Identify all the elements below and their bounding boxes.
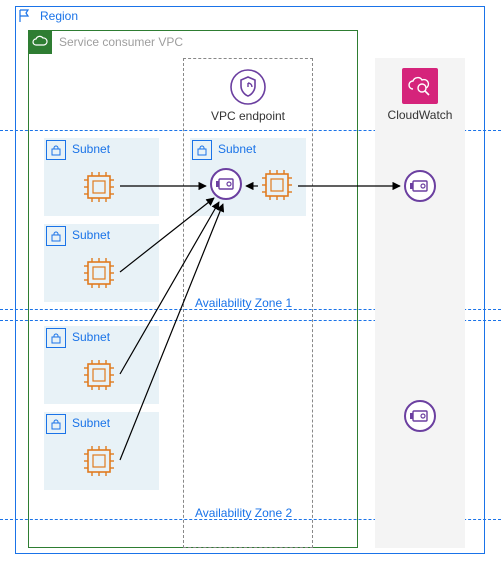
lock-icon (192, 140, 212, 160)
lock-icon (46, 414, 66, 434)
subnet-2: Subnet (44, 224, 159, 302)
flag-icon (15, 6, 35, 26)
vpc-endpoint-label: VPC endpoint (211, 109, 285, 123)
compute-chip-icon (82, 256, 116, 293)
network-interface-icon (404, 170, 436, 202)
shield-icon (230, 69, 266, 105)
subnet-4: Subnet (44, 412, 159, 490)
endpoint-subnet: Subnet (190, 138, 306, 216)
az2-label: Availability Zone 2 (195, 506, 292, 520)
region-label: Region (40, 9, 78, 23)
compute-chip-icon (82, 358, 116, 395)
cloudwatch-icon (402, 68, 438, 104)
network-interface-icon (404, 400, 436, 432)
vpc-label: Service consumer VPC (59, 35, 183, 49)
compute-chip-icon (82, 444, 116, 481)
compute-chip-icon (82, 170, 116, 207)
subnet-label: Subnet (72, 330, 110, 344)
subnet-3: Subnet (44, 326, 159, 404)
compute-chip-icon (260, 168, 294, 205)
subnet-label: Subnet (72, 228, 110, 242)
cloudwatch-label: CloudWatch (388, 108, 453, 122)
cloudwatch-column: CloudWatch (375, 58, 465, 548)
diagram-canvas: Region Service consumer VPC VPC endpoint… (0, 0, 501, 561)
lock-icon (46, 226, 66, 246)
subnet-1: Subnet (44, 138, 159, 216)
az1-label: Availability Zone 1 (195, 296, 292, 310)
cloud-icon (28, 30, 52, 54)
lock-icon (46, 140, 66, 160)
lock-icon (46, 328, 66, 348)
network-interface-icon (210, 168, 242, 200)
subnet-label: Subnet (72, 142, 110, 156)
subnet-label: Subnet (72, 416, 110, 430)
subnet-label: Subnet (218, 142, 256, 156)
